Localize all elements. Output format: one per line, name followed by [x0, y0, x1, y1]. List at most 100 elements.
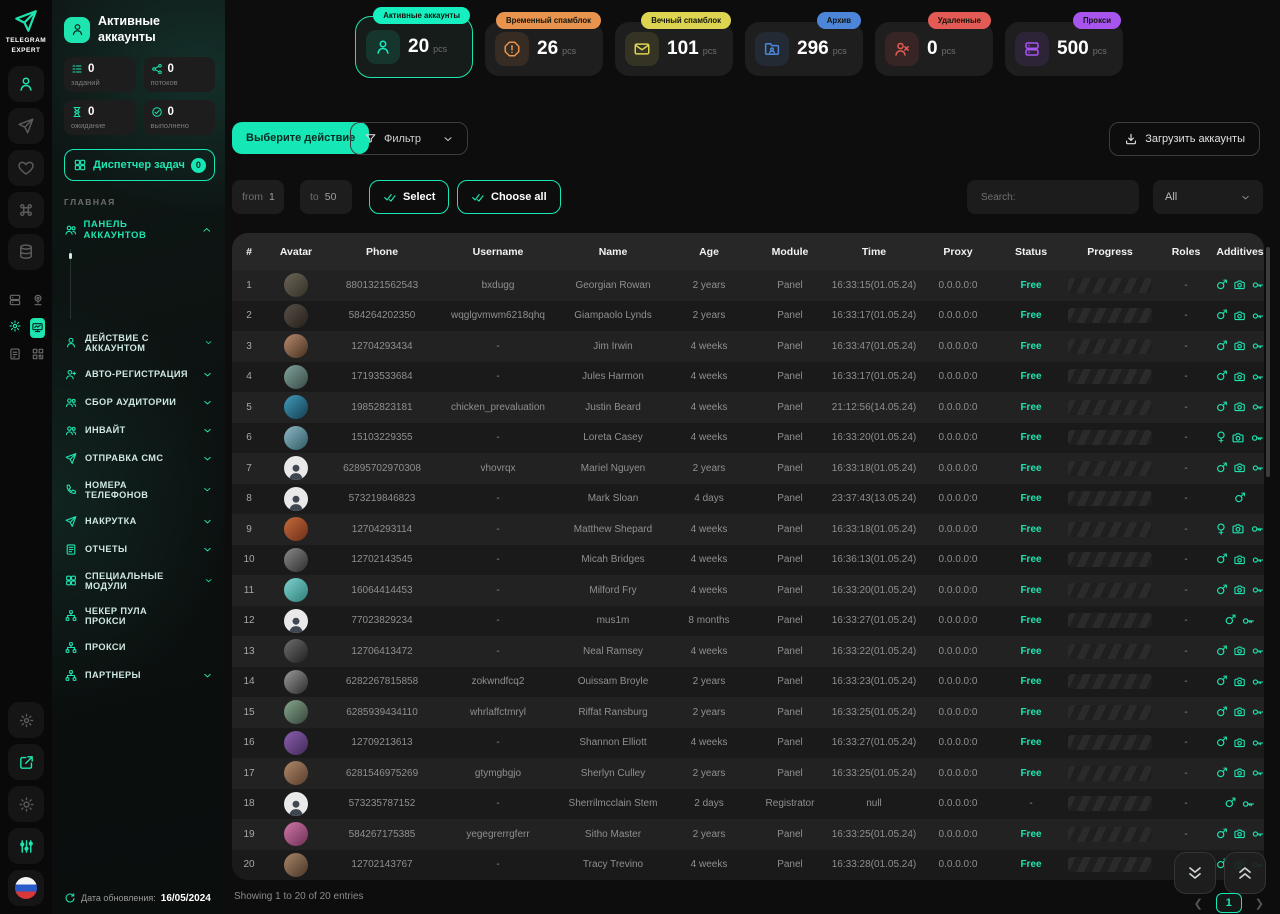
column-header[interactable]: Username [438, 246, 558, 258]
monitor-icon[interactable] [30, 318, 45, 338]
sidebar-menu-item[interactable]: ОТПРАВКА СМС [52, 444, 225, 472]
key-icon[interactable] [1251, 400, 1264, 414]
column-header[interactable]: Roles [1156, 246, 1216, 258]
table-row[interactable]: 762895702970308vhovrqxMariel Nguyen2 yea… [232, 453, 1264, 484]
sidebar-menu-item[interactable]: АВТО-РЕГИСТРАЦИЯ [52, 360, 225, 388]
male-icon[interactable]: ♂ [1216, 553, 1228, 566]
heart-icon[interactable] [8, 150, 44, 186]
table-row[interactable]: 146282267815858zokwndfcq2Ouissam Broyle2… [232, 667, 1264, 698]
sidebar-menu-item[interactable]: ПРОКСИ [52, 633, 225, 661]
prev-page-icon[interactable]: ❮ [1194, 897, 1203, 910]
camera-icon[interactable] [1233, 644, 1246, 658]
female-icon[interactable]: ♀ [1216, 523, 1226, 536]
task-manager-button[interactable]: Диспетчер задач 0 [64, 149, 215, 181]
male-icon[interactable]: ♂ [1216, 706, 1228, 719]
theme-icon[interactable] [8, 786, 44, 822]
sidebar-subitem[interactable] [71, 249, 225, 263]
camera-icon[interactable] [1233, 339, 1246, 353]
status-card[interactable]: Временный спамблок 26pcs [485, 22, 603, 76]
male-icon[interactable]: ♂ [1225, 797, 1237, 810]
sidebar-item-accounts-panel[interactable]: ПАНЕЛЬ АККАУНТОВ [52, 207, 225, 241]
choose-all-button[interactable]: Choose all [457, 180, 561, 214]
camera-icon[interactable] [1233, 461, 1246, 475]
column-header[interactable]: Time [830, 246, 918, 258]
male-icon[interactable]: ♂ [1216, 462, 1228, 475]
status-card[interactable]: Архив 296pcs [745, 22, 863, 76]
webcam-icon[interactable] [31, 292, 45, 310]
table-row[interactable]: 1612709213613-Shannon Elliott4 weeksPane… [232, 728, 1264, 759]
male-icon[interactable]: ♂ [1225, 614, 1237, 627]
table-row[interactable]: 1312706413472-Neal Ramsey4 weeksPanel16:… [232, 636, 1264, 667]
key-icon[interactable] [1241, 614, 1255, 628]
male-icon[interactable]: ♂ [1216, 370, 1228, 383]
next-page-icon[interactable]: ❯ [1255, 897, 1264, 910]
sliders-icon[interactable] [8, 828, 44, 864]
external-link-icon[interactable] [8, 744, 44, 780]
language-flag-ru[interactable] [8, 870, 44, 906]
table-row[interactable]: 1116064414453-Milford Fry4 weeksPanel16:… [232, 575, 1264, 606]
column-header[interactable]: Name [558, 246, 668, 258]
camera-icon[interactable] [1233, 400, 1246, 414]
camera-icon[interactable] [1233, 736, 1246, 750]
table-row[interactable]: 8573219846823-Mark Sloan4 daysPanel23:37… [232, 484, 1264, 515]
status-card[interactable]: Прокси 500pcs [1005, 22, 1123, 76]
key-icon[interactable] [1251, 644, 1264, 658]
sidebar-subitem[interactable] [71, 263, 225, 277]
column-header[interactable]: Proxy [918, 246, 998, 258]
sidebar-menu-item[interactable]: СБОР АУДИТОРИИ [52, 388, 225, 416]
table-row[interactable]: 615103229355-Loreta Casey4 weeksPanel16:… [232, 423, 1264, 454]
male-icon[interactable]: ♂ [1216, 767, 1228, 780]
table-row[interactable]: 156285939434110whrlaffctmrylRiffat Ransb… [232, 697, 1264, 728]
table-row[interactable]: 417193533684-Jules Harmon4 weeksPanel16:… [232, 362, 1264, 393]
status-card[interactable]: Удаленные 0pcs [875, 22, 993, 76]
sidebar-menu-item[interactable]: ЧЕКЕР ПУЛА ПРОКСИ [52, 598, 225, 633]
server-icon[interactable] [8, 292, 22, 310]
camera-icon[interactable] [1233, 705, 1246, 719]
sidebar-menu-item[interactable]: СПЕЦИАЛЬНЫЕ МОДУЛИ [52, 563, 225, 598]
sidebar-menu-item[interactable]: ДЕЙСТВИЕ С АККАУНТОМ [52, 325, 225, 360]
camera-icon[interactable] [1233, 766, 1246, 780]
table-row[interactable]: 312704293434-Jim Irwin4 weeksPanel16:33:… [232, 331, 1264, 362]
key-icon[interactable] [1251, 339, 1264, 353]
table-row[interactable]: 19584267175385yegegrerrgferrSitho Master… [232, 819, 1264, 850]
column-header[interactable]: Progress [1064, 246, 1156, 258]
filter-all-select[interactable]: All [1153, 180, 1263, 214]
table-row[interactable]: 1012702143545-Micah Bridges4 weeksPanel1… [232, 545, 1264, 576]
table-row[interactable]: 2012702143767-Tracy Trevino4 weeksPanel1… [232, 850, 1264, 881]
choose-action-button[interactable]: Выберите действие [232, 122, 369, 154]
sidebar-menu-item[interactable]: ПАРТНЕРЫ [52, 661, 225, 689]
key-icon[interactable] [1250, 431, 1264, 445]
key-icon[interactable] [1251, 827, 1264, 841]
column-header[interactable]: Additives [1216, 246, 1264, 258]
from-input[interactable]: from 1 [232, 180, 284, 214]
database-icon[interactable] [8, 234, 44, 270]
scroll-to-bottom-button[interactable] [1174, 852, 1216, 894]
camera-icon[interactable] [1233, 309, 1246, 323]
male-icon[interactable]: ♂ [1216, 279, 1228, 292]
key-icon[interactable] [1251, 370, 1264, 384]
table-row[interactable]: 176281546975269gtymgbgjoSherlyn Culley2 … [232, 758, 1264, 789]
filter-button[interactable]: Фильтр [350, 122, 468, 155]
male-icon[interactable]: ♂ [1216, 401, 1228, 414]
camera-icon[interactable] [1233, 583, 1246, 597]
key-icon[interactable] [1251, 583, 1264, 597]
refresh-icon[interactable] [64, 892, 76, 904]
sidebar-menu-item[interactable]: НАКРУТКА [52, 507, 225, 535]
male-icon[interactable]: ♂ [1234, 492, 1246, 505]
column-header[interactable]: Phone [326, 246, 438, 258]
settings-icon[interactable] [8, 702, 44, 738]
sidebar-menu-item[interactable]: ОТЧЕТЫ [52, 535, 225, 563]
camera-icon[interactable] [1233, 675, 1246, 689]
table-row[interactable]: 1277023829234-mus1m8 monthsPanel16:33:27… [232, 606, 1264, 637]
sidebar-subitem[interactable] [71, 277, 225, 291]
column-header[interactable]: # [232, 246, 266, 258]
document-icon[interactable] [8, 346, 22, 364]
key-icon[interactable] [1251, 675, 1264, 689]
key-icon[interactable] [1251, 766, 1264, 780]
male-icon[interactable]: ♂ [1216, 736, 1228, 749]
column-header[interactable]: Age [668, 246, 750, 258]
male-icon[interactable]: ♂ [1216, 828, 1228, 841]
status-card[interactable]: Вечный спамблок 101pcs [615, 22, 733, 76]
qr-icon[interactable] [31, 346, 45, 364]
female-icon[interactable]: ♀ [1216, 431, 1226, 444]
